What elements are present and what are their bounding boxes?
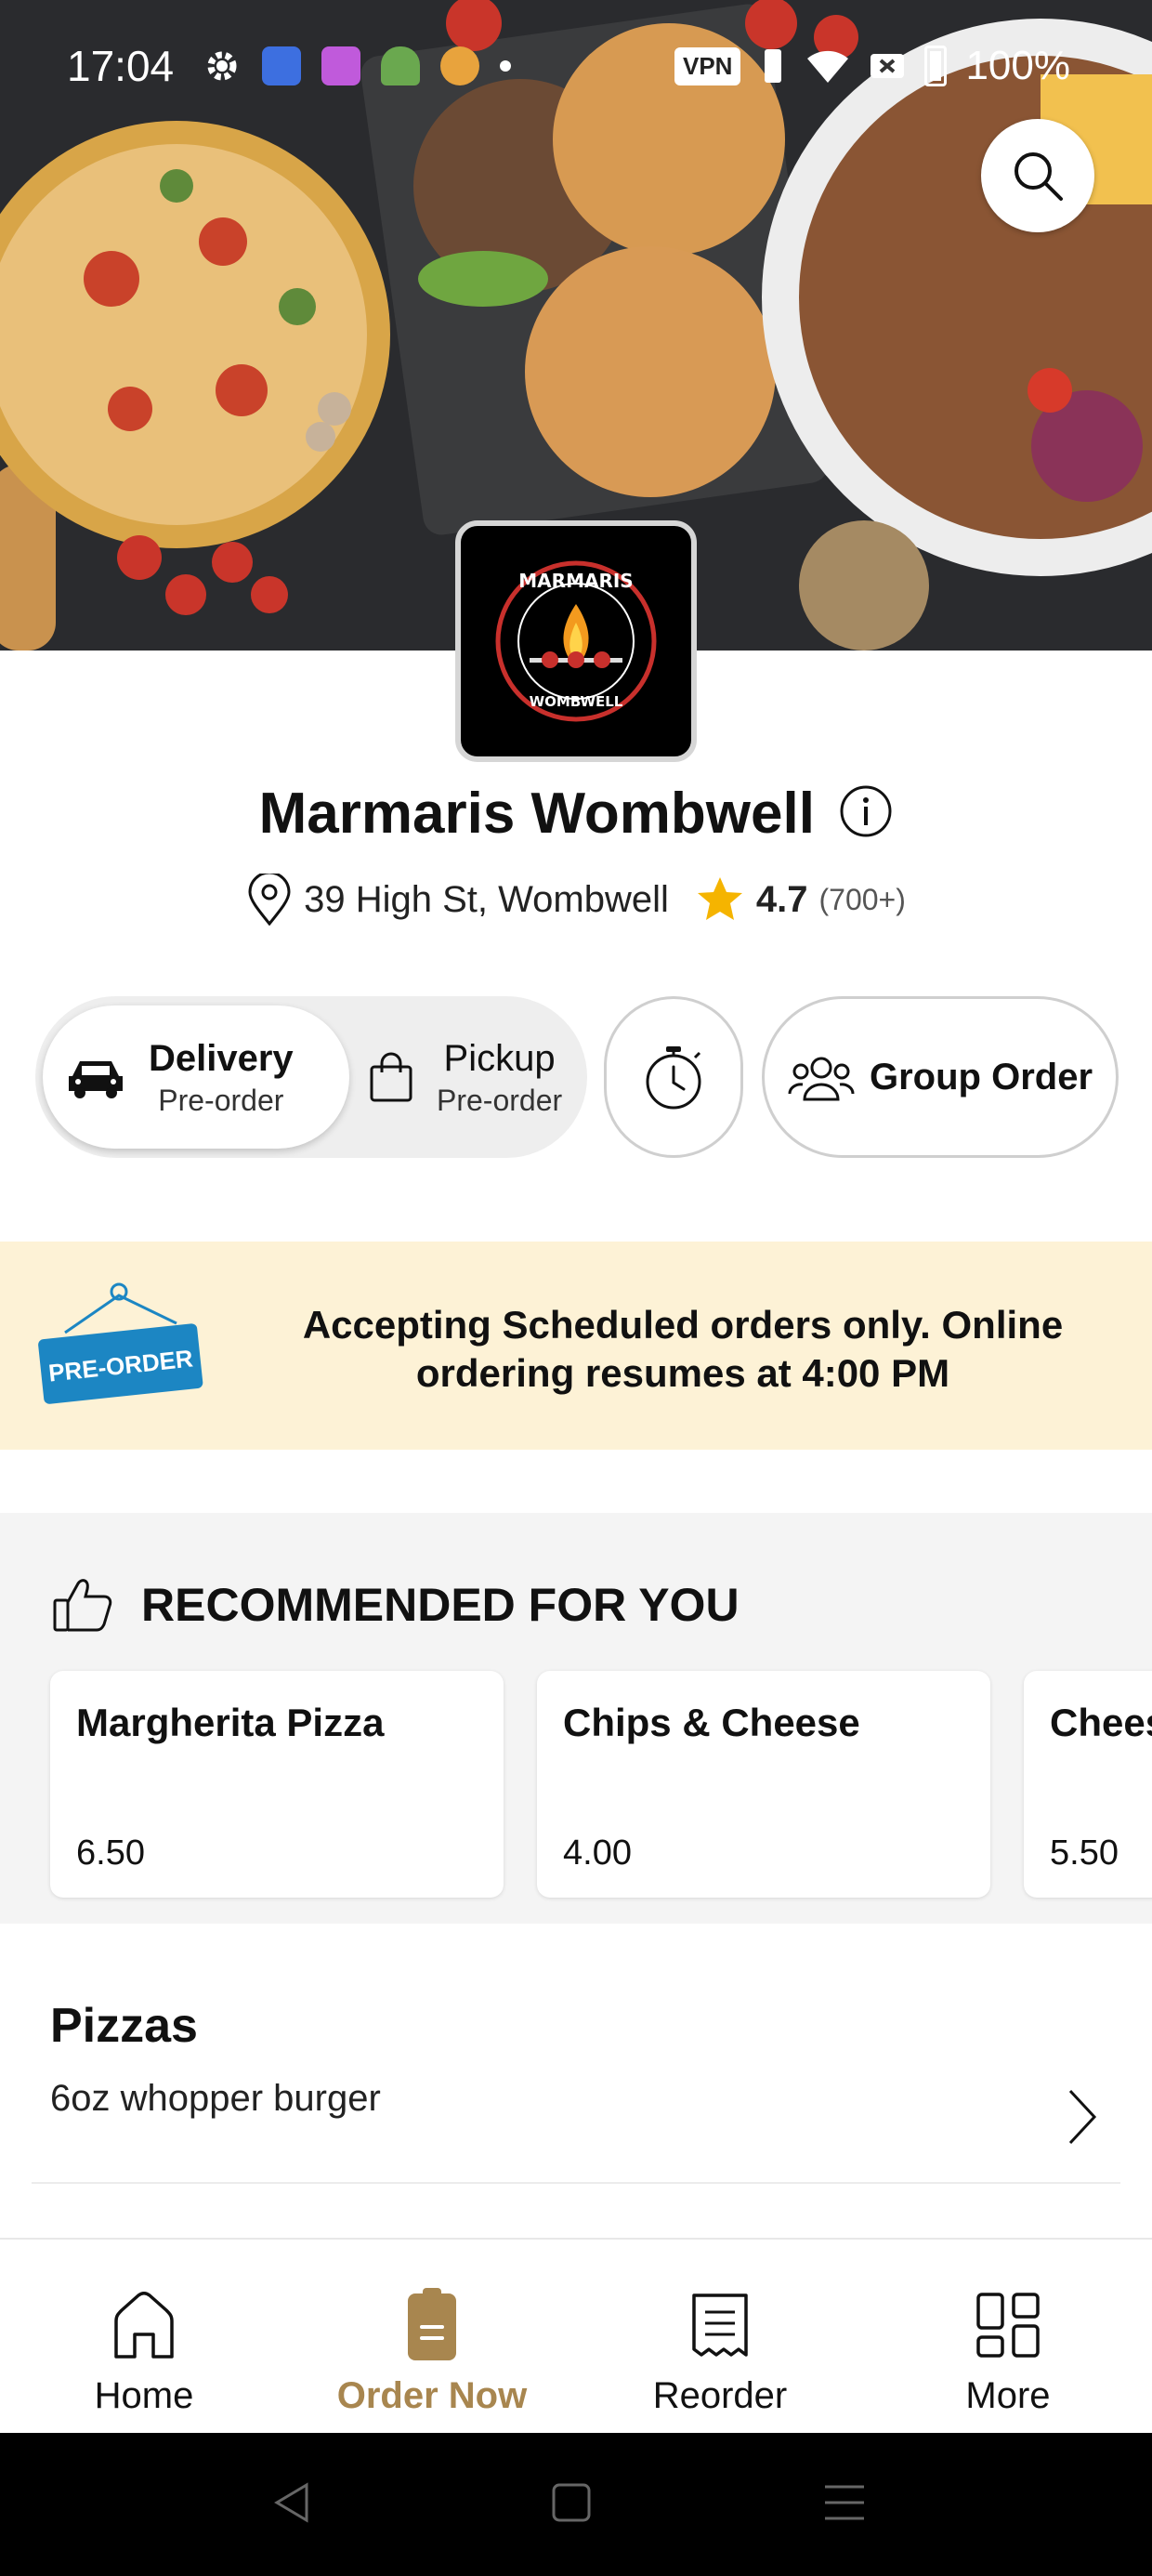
battery-level: 100%: [965, 43, 1070, 88]
delivery-option[interactable]: Delivery Pre-order: [43, 1005, 349, 1149]
rating-value: 4.7: [755, 878, 808, 920]
timer-icon: [646, 1046, 701, 1110]
recommended-item-card[interactable]: Chees 5.50: [1024, 1671, 1152, 1898]
recommended-item-card[interactable]: Margherita Pizza 6.50: [50, 1671, 504, 1898]
rating-count: (700+): [818, 882, 906, 916]
recommended-header: RECOMMENDED FOR YOU: [52, 1576, 740, 1634]
nav-more[interactable]: More: [864, 2240, 1152, 2435]
more-notifications-dot-icon: [500, 60, 511, 72]
preorder-notice-banner: PRE-ORDER Accepting Scheduled orders onl…: [0, 1242, 1152, 1450]
settings-icon: [207, 51, 237, 81]
logo-text-top: MARMARIS: [518, 570, 633, 592]
preorder-message: Accepting Scheduled orders only. Online …: [302, 1303, 1064, 1396]
notification-icons: [203, 46, 511, 85]
item-name: Chees: [1050, 1701, 1152, 1744]
home-square-icon[interactable]: [548, 2479, 595, 2526]
menu-lines-icon[interactable]: [821, 2479, 868, 2526]
restaurant-logo: MARMARIS WOMBWELL: [455, 520, 697, 762]
preorder-tag-icon: PRE-ORDER: [38, 1282, 203, 1404]
delivery-sublabel: Pre-order: [158, 1084, 284, 1117]
chevron-right-icon: [1068, 2089, 1097, 2145]
recommended-section: RECOMMENDED FOR YOU Margherita Pizza 6.5…: [0, 1513, 1152, 1924]
recommended-item-card[interactable]: Chips & Cheese 4.00: [537, 1671, 990, 1898]
group-order-label: Group Order: [869, 1056, 1093, 1097]
nav-order-now[interactable]: Order Now: [288, 2240, 576, 2435]
wifi-icon: [807, 50, 849, 83]
address-rating-row: 39 High St, Wombwell 4.7 (700+): [0, 874, 1152, 926]
group-people-icon: [788, 1057, 855, 1101]
browser-icon: [440, 46, 479, 85]
thumbs-up-icon: [53, 1579, 112, 1632]
group-order-button[interactable]: Group Order: [762, 996, 1119, 1158]
search-button[interactable]: [981, 119, 1094, 232]
location-pin-icon: [248, 874, 291, 926]
restaurant-address: 39 High St, Wombwell: [304, 878, 669, 920]
home-icon: [114, 2292, 174, 2359]
pickup-option[interactable]: Pickup Pre-order: [342, 1005, 580, 1149]
info-icon: [840, 785, 892, 837]
category-name: Pizzas: [50, 1999, 198, 2053]
restaurant-title-row: Marmaris Wombwell: [0, 781, 1152, 847]
back-icon[interactable]: [269, 2479, 316, 2526]
app-notification-icon: [321, 46, 360, 85]
status-time: 17:04: [67, 42, 175, 90]
category-description: 6oz whopper burger: [50, 2078, 381, 2119]
no-sim-icon: [871, 54, 905, 78]
recommended-title: RECOMMENDED FOR YOU: [141, 1579, 740, 1631]
order-icon: [408, 2288, 456, 2360]
search-icon: [1015, 152, 1063, 201]
bottom-navigation: Home Order Now Reorder More: [0, 2238, 1152, 2433]
marmaris-logo-image: MARMARIS WOMBWELL: [495, 560, 657, 722]
category-row-pizzas[interactable]: Pizzas 6oz whopper burger: [0, 1924, 1152, 2184]
vpn-badge: VPN: [674, 46, 741, 85]
pickup-label: Pickup: [443, 1038, 556, 1079]
android-icon: [381, 46, 420, 85]
delivery-label: Delivery: [149, 1038, 294, 1079]
battery-icon: [924, 46, 948, 86]
pickup-sublabel: Pre-order: [437, 1084, 563, 1117]
item-name: Chips & Cheese: [563, 1701, 860, 1744]
star-icon: [697, 877, 742, 920]
schedule-time-button[interactable]: [604, 996, 743, 1158]
status-right: VPN 100%: [674, 43, 1070, 89]
item-price: 6.50: [76, 1833, 145, 1873]
nav-reorder[interactable]: Reorder: [576, 2240, 864, 2435]
divider: [32, 2182, 1120, 2184]
system-navigation-bar: [0, 2433, 1152, 2576]
receipt-icon: [692, 2293, 748, 2357]
nav-home-label: Home: [94, 2375, 194, 2416]
shopping-bag-icon: [370, 1052, 412, 1102]
vibrate-icon: [765, 49, 782, 83]
restaurant-name: Marmaris Wombwell: [258, 782, 815, 846]
status-bar: 17:04 VPN 100%: [0, 0, 1152, 139]
grid-icon: [976, 2293, 1040, 2358]
info-button[interactable]: [839, 784, 893, 843]
logo-text-bottom: WOMBWELL: [530, 693, 623, 710]
item-price: 5.50: [1050, 1833, 1119, 1873]
nav-order-now-label: Order Now: [336, 2375, 528, 2416]
order-mode-toggle: Delivery Pre-order Pickup Pre-order: [35, 996, 587, 1158]
nav-home[interactable]: Home: [0, 2240, 288, 2435]
broadcast-icon: [262, 46, 301, 85]
item-price: 4.00: [563, 1833, 632, 1873]
item-name: Margherita Pizza: [76, 1701, 385, 1744]
car-icon: [69, 1061, 123, 1098]
nav-reorder-label: Reorder: [652, 2375, 788, 2416]
nav-more-label: More: [965, 2375, 1051, 2416]
